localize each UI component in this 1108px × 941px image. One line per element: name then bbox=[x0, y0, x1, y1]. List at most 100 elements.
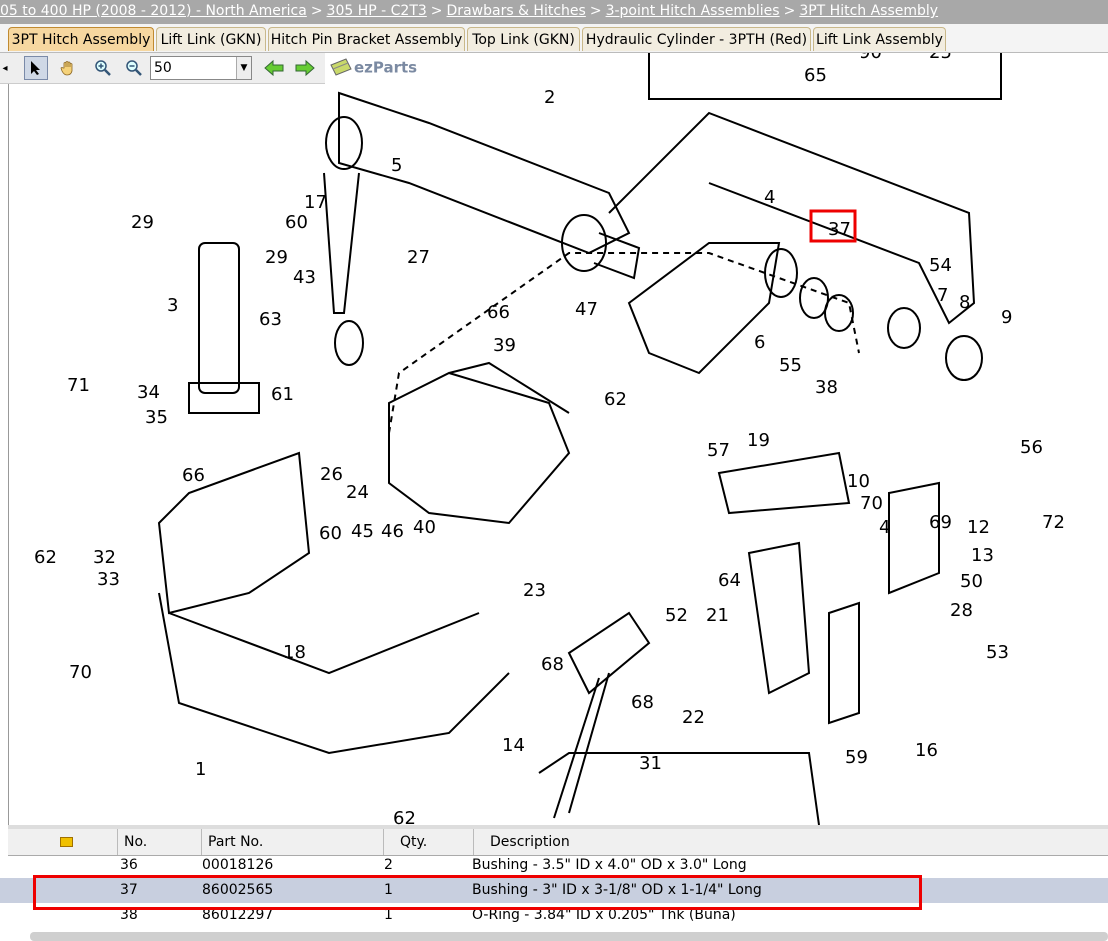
callout-label-1[interactable]: 1 bbox=[195, 759, 206, 780]
callout-label-23[interactable]: 23 bbox=[523, 580, 546, 601]
callout-label-29[interactable]: 29 bbox=[131, 212, 154, 233]
breadcrumb-link-model-range[interactable]: 05 to 400 HP (2008 - 2012) - North Ameri… bbox=[0, 3, 307, 19]
column-header-description[interactable]: Description bbox=[474, 829, 1108, 855]
callout-label-3[interactable]: 3 bbox=[167, 295, 178, 316]
callout-label-27[interactable]: 27 bbox=[407, 247, 430, 268]
breadcrumb-link-subcategory[interactable]: 3-point Hitch Assemblies bbox=[606, 3, 780, 19]
breadcrumb-link-current[interactable]: 3PT Hitch Assembly bbox=[799, 3, 938, 19]
callout-label-5[interactable]: 5 bbox=[391, 155, 402, 176]
column-header-qty[interactable]: Qty. bbox=[384, 829, 474, 855]
callout-label-46[interactable]: 46 bbox=[381, 521, 404, 542]
callout-label-68[interactable]: 68 bbox=[631, 692, 654, 713]
callout-label-28[interactable]: 28 bbox=[950, 600, 973, 621]
breadcrumb-separator: > bbox=[430, 3, 443, 19]
callout-label-22[interactable]: 22 bbox=[682, 707, 705, 728]
parts-diagram-viewer[interactable]: 6590252543717602929274336366473954789655… bbox=[8, 53, 1108, 825]
callout-label-19[interactable]: 19 bbox=[747, 430, 770, 451]
callout-label-14[interactable]: 14 bbox=[502, 735, 525, 756]
column-header-no[interactable]: No. bbox=[118, 829, 202, 855]
callout-label-16[interactable]: 16 bbox=[915, 740, 938, 761]
toolbar-collapse-icon[interactable]: ◂ bbox=[0, 56, 10, 80]
column-header-part-no[interactable]: Part No. bbox=[202, 829, 384, 855]
callout-label-64[interactable]: 64 bbox=[718, 570, 741, 591]
horizontal-scrollbar[interactable] bbox=[30, 932, 1108, 941]
callout-label-2[interactable]: 2 bbox=[544, 87, 555, 108]
breadcrumb-separator: > bbox=[589, 3, 602, 19]
callout-label-38[interactable]: 38 bbox=[815, 377, 838, 398]
breadcrumb-link-model[interactable]: 305 HP - C2T3 bbox=[327, 3, 427, 19]
callout-label-62[interactable]: 62 bbox=[604, 389, 627, 410]
tab-lift-link-assembly[interactable]: Lift Link Assembly bbox=[813, 27, 946, 51]
tab-hitch-pin-bracket-assembly[interactable]: Hitch Pin Bracket Assembly bbox=[268, 27, 465, 51]
pointer-icon[interactable] bbox=[24, 56, 48, 80]
callout-label-25[interactable]: 25 bbox=[929, 53, 952, 63]
callout-label-10[interactable]: 10 bbox=[847, 471, 870, 492]
callout-label-17[interactable]: 17 bbox=[304, 192, 327, 213]
callout-label-4[interactable]: 4 bbox=[764, 187, 775, 208]
zoom-out-icon[interactable] bbox=[122, 56, 146, 80]
callout-label-71[interactable]: 71 bbox=[67, 375, 90, 396]
callout-label-68[interactable]: 68 bbox=[541, 654, 564, 675]
callout-label-31[interactable]: 31 bbox=[639, 753, 662, 774]
callout-label-53[interactable]: 53 bbox=[986, 642, 1009, 663]
callout-label-6[interactable]: 6 bbox=[754, 332, 765, 353]
tab-lift-link-gkn[interactable]: Lift Link (GKN) bbox=[156, 27, 266, 51]
callout-label-70[interactable]: 70 bbox=[860, 493, 883, 514]
callout-label-34[interactable]: 34 bbox=[137, 382, 160, 403]
callout-label-24[interactable]: 24 bbox=[346, 482, 369, 503]
callout-label-9[interactable]: 9 bbox=[1001, 307, 1012, 328]
callout-label-7[interactable]: 7 bbox=[937, 285, 948, 306]
breadcrumb-link-category[interactable]: Drawbars & Hitches bbox=[447, 3, 586, 19]
tab-3pt-hitch-assembly[interactable]: 3PT Hitch Assembly bbox=[8, 27, 154, 51]
callout-label-45[interactable]: 45 bbox=[351, 521, 374, 542]
callout-label-47[interactable]: 47 bbox=[575, 299, 598, 320]
callout-label-54[interactable]: 54 bbox=[929, 255, 952, 276]
callout-label-8[interactable]: 8 bbox=[959, 292, 970, 313]
callout-label-59[interactable]: 59 bbox=[845, 747, 868, 768]
exploded-parts-diagram[interactable]: 6590252543717602929274336366473954789655… bbox=[9, 53, 1108, 825]
callout-label-66[interactable]: 66 bbox=[182, 465, 205, 486]
zoom-level-select[interactable]: 50 ▼ bbox=[150, 56, 252, 80]
chevron-down-icon[interactable]: ▼ bbox=[236, 57, 251, 79]
callout-label-63[interactable]: 63 bbox=[259, 309, 282, 330]
callout-label-69[interactable]: 69 bbox=[929, 512, 952, 533]
tab-top-link-gkn[interactable]: Top Link (GKN) bbox=[467, 27, 580, 51]
callout-label-26[interactable]: 26 bbox=[320, 464, 343, 485]
callout-label-52[interactable]: 52 bbox=[665, 605, 688, 626]
pan-hand-icon[interactable] bbox=[56, 56, 80, 80]
callout-label-18[interactable]: 18 bbox=[283, 642, 306, 663]
breadcrumb: 05 to 400 HP (2008 - 2012) - North Ameri… bbox=[0, 0, 1108, 24]
forward-arrow-icon[interactable] bbox=[293, 56, 317, 80]
callout-label-37[interactable]: 37 bbox=[828, 219, 851, 240]
callout-label-57[interactable]: 57 bbox=[707, 440, 730, 461]
callout-label-12[interactable]: 12 bbox=[967, 517, 990, 538]
callout-label-4[interactable]: 4 bbox=[879, 517, 890, 538]
callout-label-70[interactable]: 70 bbox=[69, 662, 92, 683]
callout-label-61[interactable]: 61 bbox=[271, 384, 294, 405]
callout-label-90[interactable]: 90 bbox=[859, 53, 882, 63]
callout-label-50[interactable]: 50 bbox=[960, 571, 983, 592]
callout-label-39[interactable]: 39 bbox=[493, 335, 516, 356]
callout-label-29[interactable]: 29 bbox=[265, 247, 288, 268]
callout-label-60[interactable]: 60 bbox=[319, 523, 342, 544]
callout-label-32[interactable]: 32 bbox=[93, 547, 116, 568]
callout-label-21[interactable]: 21 bbox=[706, 605, 729, 626]
column-header-note[interactable] bbox=[8, 829, 118, 855]
callout-label-35[interactable]: 35 bbox=[145, 407, 168, 428]
callout-label-62[interactable]: 62 bbox=[393, 808, 416, 825]
callout-label-43[interactable]: 43 bbox=[293, 267, 316, 288]
back-arrow-icon[interactable] bbox=[262, 56, 286, 80]
callout-label-40[interactable]: 40 bbox=[413, 517, 436, 538]
callout-label-62[interactable]: 62 bbox=[34, 547, 57, 568]
callout-label-33[interactable]: 33 bbox=[97, 569, 120, 590]
breadcrumb-separator: > bbox=[310, 3, 323, 19]
zoom-in-icon[interactable] bbox=[91, 56, 115, 80]
callout-label-56[interactable]: 56 bbox=[1020, 437, 1043, 458]
callout-label-55[interactable]: 55 bbox=[779, 355, 802, 376]
callout-label-13[interactable]: 13 bbox=[971, 545, 994, 566]
callout-label-66[interactable]: 66 bbox=[487, 302, 510, 323]
callout-label-65[interactable]: 65 bbox=[804, 65, 827, 86]
callout-label-60[interactable]: 60 bbox=[285, 212, 308, 233]
tab-hydraulic-cylinder[interactable]: Hydraulic Cylinder - 3PTH (Red) bbox=[582, 27, 811, 51]
callout-label-72[interactable]: 72 bbox=[1042, 512, 1065, 533]
